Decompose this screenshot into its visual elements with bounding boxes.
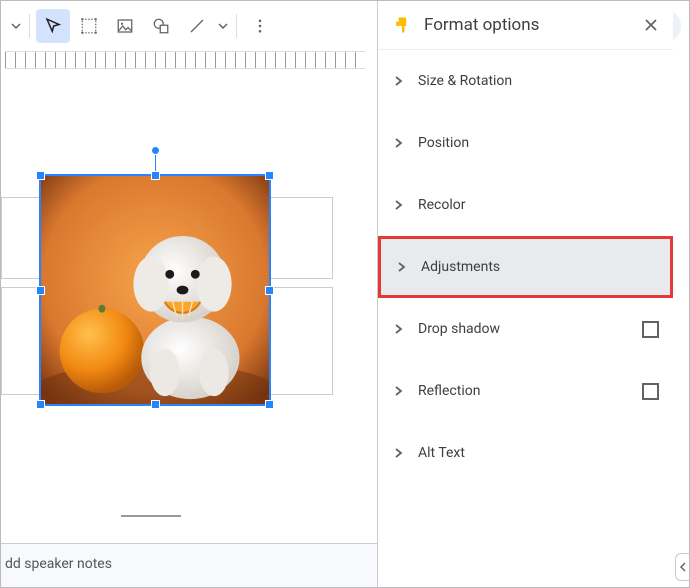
separator [29, 14, 30, 38]
slide-divider [121, 515, 181, 517]
chevron-right-icon [395, 261, 407, 273]
reflection-checkbox[interactable] [642, 383, 659, 400]
row-size-rotation[interactable]: Size & Rotation [378, 50, 673, 112]
resize-handle-tr[interactable] [265, 171, 274, 180]
row-label: Reflection [418, 383, 628, 399]
row-adjustments[interactable]: Adjustments [378, 236, 673, 298]
row-recolor[interactable]: Recolor [378, 174, 673, 236]
resize-handle-ml[interactable] [36, 286, 45, 295]
image-tool[interactable] [108, 9, 142, 43]
separator [236, 14, 237, 38]
speaker-notes[interactable]: dd speaker notes [1, 543, 379, 587]
selected-image[interactable] [39, 174, 271, 406]
chevron-right-icon [392, 447, 404, 459]
panel-header: Format options [378, 1, 673, 50]
format-options-panel: Format options Size & Rotation Position … [377, 1, 673, 587]
line-tool[interactable] [180, 9, 214, 43]
resize-handle-bm[interactable] [151, 400, 160, 409]
speaker-notes-placeholder: dd speaker notes [5, 556, 112, 572]
resize-handle-tm[interactable] [151, 171, 160, 180]
chevron-right-icon [392, 385, 404, 397]
format-paint-icon [392, 15, 412, 35]
resize-handle-bl[interactable] [36, 400, 45, 409]
close-icon[interactable] [643, 17, 659, 33]
ruler [5, 51, 365, 69]
row-label: Size & Rotation [418, 73, 659, 89]
zoom-dropdown[interactable] [9, 9, 23, 43]
row-label: Position [418, 135, 659, 151]
chevron-right-icon [392, 75, 404, 87]
row-alt-text[interactable]: Alt Text [378, 422, 673, 484]
drop-shadow-checkbox[interactable] [642, 321, 659, 338]
row-label: Adjustments [421, 259, 656, 275]
chevron-right-icon [392, 199, 404, 211]
row-label: Alt Text [418, 445, 659, 461]
rotation-handle[interactable] [151, 146, 160, 155]
image-content [41, 176, 269, 404]
chevron-right-icon [392, 323, 404, 335]
side-panel-toggle[interactable] [675, 553, 689, 581]
resize-handle-tl[interactable] [36, 171, 45, 180]
chevron-right-icon [392, 137, 404, 149]
resize-handle-br[interactable] [265, 400, 274, 409]
row-reflection[interactable]: Reflection [378, 360, 673, 422]
line-dropdown[interactable] [216, 9, 230, 43]
panel-title: Format options [424, 15, 631, 35]
resize-handle-mr[interactable] [265, 286, 274, 295]
slide-canvas[interactable] [1, 69, 379, 529]
row-position[interactable]: Position [378, 112, 673, 174]
more-tools[interactable] [243, 9, 277, 43]
row-label: Drop shadow [418, 321, 628, 337]
row-drop-shadow[interactable]: Drop shadow [378, 298, 673, 360]
select-tool[interactable] [36, 9, 70, 43]
row-label: Recolor [418, 197, 659, 213]
textbox-tool[interactable] [72, 9, 106, 43]
shape-tool[interactable] [144, 9, 178, 43]
